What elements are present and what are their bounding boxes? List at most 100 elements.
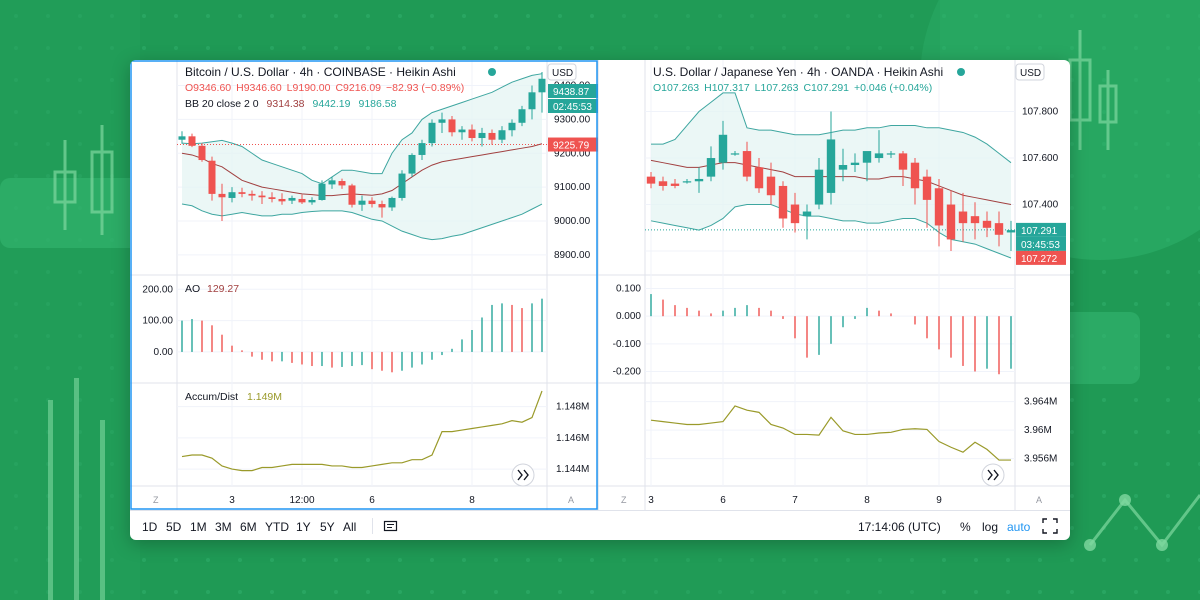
candle xyxy=(706,158,716,177)
candle xyxy=(994,223,1004,235)
range-1d-button[interactable]: 1D xyxy=(142,520,157,534)
chart-widget: ZAZA9400.009300.009200.009100.009000.008… xyxy=(130,60,1070,540)
candle xyxy=(658,181,668,186)
log-button[interactable]: log xyxy=(982,520,998,534)
fullscreen-icon[interactable] xyxy=(1042,518,1058,534)
candle xyxy=(348,185,356,205)
clock-timezone[interactable]: 17:14:06 (UTC) xyxy=(858,520,941,534)
candle xyxy=(790,204,800,224)
candle xyxy=(368,200,376,205)
candle xyxy=(298,198,306,203)
right-scale-a-label: A xyxy=(1036,495,1042,505)
x-tick-label: 7 xyxy=(792,495,798,506)
x-tick-label: 9 xyxy=(936,495,942,506)
candle xyxy=(970,216,980,224)
ao-tick-label: 0.00 xyxy=(154,347,174,358)
ohlc-high: H107.317 xyxy=(704,82,750,94)
candle xyxy=(538,78,546,93)
scroll-to-realtime-button[interactable] xyxy=(511,463,535,487)
candle xyxy=(268,197,276,199)
auto-button[interactable]: auto xyxy=(1007,520,1030,534)
candle xyxy=(922,176,932,200)
price-label-text: 03:45:53 xyxy=(1021,240,1060,251)
currency-label: USD xyxy=(552,68,573,79)
candle xyxy=(358,200,366,205)
candle xyxy=(258,195,266,198)
ao-tick-label: 0.100 xyxy=(616,284,641,295)
range-5y-button[interactable]: 5Y xyxy=(320,520,335,534)
scroll-button-circle xyxy=(981,463,1005,487)
range-1y-button[interactable]: 1Y xyxy=(296,520,311,534)
candle xyxy=(850,162,860,166)
ohlc-low: L9190.00 xyxy=(287,82,331,94)
symbol-title: U.S. Dollar / Japanese Yen · 4h · OANDA … xyxy=(653,65,943,79)
candle xyxy=(742,151,752,177)
bb-legend-value: 9186.58 xyxy=(358,98,396,110)
candle xyxy=(308,199,316,203)
candle xyxy=(218,193,226,198)
candle xyxy=(778,185,788,219)
scroll-button-circle xyxy=(511,463,535,487)
left-scale-z-label: Z xyxy=(153,495,159,505)
bb-legend-label: BB 20 close 2 0 xyxy=(185,98,259,110)
candle xyxy=(338,181,346,186)
scroll-to-realtime-button[interactable] xyxy=(981,463,1005,487)
accum-tick-label: 1.144M xyxy=(556,464,589,475)
candle xyxy=(498,130,506,140)
candle xyxy=(898,153,908,170)
range-6m-button[interactable]: 6M xyxy=(240,520,257,534)
range-3m-button[interactable]: 3M xyxy=(215,520,232,534)
ohlc-close: C107.291 xyxy=(803,82,849,94)
bottom-toolbar: 1D 5D 1M 3M 6M YTD 1Y 5Y All 17:14:06 (U… xyxy=(130,510,1070,540)
candle xyxy=(448,119,456,133)
candle xyxy=(838,165,848,170)
range-5d-button[interactable]: 5D xyxy=(166,520,181,534)
candle xyxy=(438,119,446,123)
ao-tick-label: -0.200 xyxy=(613,366,642,377)
candle xyxy=(278,198,286,202)
candle xyxy=(826,139,836,193)
price-label-text: 02:45:53 xyxy=(553,102,592,113)
ohlc-open: O9346.60 xyxy=(185,82,231,94)
candle xyxy=(178,136,186,140)
accum-legend-value: 1.149M xyxy=(247,391,282,403)
ohlc-open: O107.263 xyxy=(653,82,699,94)
y-tick-label: 107.400 xyxy=(1022,200,1059,211)
ohlc-low: L107.263 xyxy=(755,82,799,94)
percent-button[interactable]: % xyxy=(960,520,971,534)
range-all-button[interactable]: All xyxy=(343,520,356,534)
candle xyxy=(754,167,764,189)
candle xyxy=(508,122,516,131)
y-tick-label: 9100.00 xyxy=(554,182,591,193)
candle xyxy=(528,92,536,110)
x-tick-label: 3 xyxy=(229,495,235,506)
range-1m-button[interactable]: 1M xyxy=(190,520,207,534)
compare-icon[interactable] xyxy=(383,519,399,533)
market-status-dot xyxy=(488,68,496,76)
candle xyxy=(874,153,884,159)
y-tick-label: 8900.00 xyxy=(554,250,591,261)
price-label-text: 9225.79 xyxy=(553,141,590,152)
candle xyxy=(1006,230,1016,233)
candle xyxy=(318,183,326,200)
candle xyxy=(730,153,740,155)
price-label-text: 9438.87 xyxy=(553,87,590,98)
x-tick-label: 12:00 xyxy=(289,495,314,506)
accum-legend-label: Accum/Dist xyxy=(185,391,238,403)
candle xyxy=(378,204,386,208)
accum-tick-label: 1.146M xyxy=(556,433,589,444)
accum-dist-line xyxy=(650,405,1011,461)
range-ytd-button[interactable]: YTD xyxy=(265,520,289,534)
panel-2-frame: ZA xyxy=(598,60,1070,510)
candle xyxy=(478,132,486,139)
candle xyxy=(886,153,896,155)
accum-tick-label: 3.964M xyxy=(1024,397,1057,408)
ohlc-close: C9216.09 xyxy=(335,82,381,94)
x-tick-label: 6 xyxy=(720,495,726,506)
ao-tick-label: 0.000 xyxy=(616,311,641,322)
y-tick-label: 9300.00 xyxy=(554,114,591,125)
y-tick-label: 9000.00 xyxy=(554,216,591,227)
candle xyxy=(934,188,944,226)
candle xyxy=(418,143,426,155)
price-label-text: 107.272 xyxy=(1021,254,1058,265)
